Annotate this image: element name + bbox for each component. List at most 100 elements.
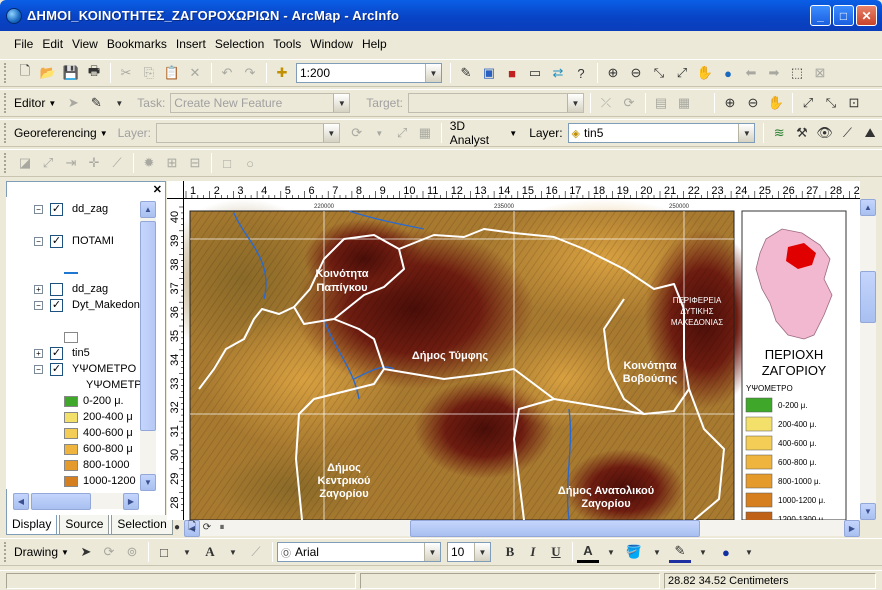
layer-visibility-checkbox[interactable]	[50, 282, 63, 296]
maximize-button[interactable]: □	[833, 5, 854, 26]
fill-color-bucket-icon[interactable]: 🪣	[623, 541, 645, 563]
georeferencing-menu-button[interactable]: Georeferencing ▼	[14, 126, 108, 140]
tab-source[interactable]: Source	[59, 515, 110, 535]
layout-page-icon[interactable]: ⊡	[843, 92, 865, 114]
save-icon[interactable]: 💾	[60, 62, 82, 84]
scroll-down-icon[interactable]: ▼	[140, 474, 156, 491]
clear-selection-icon[interactable]: ⊠	[809, 62, 831, 84]
drawing-menu-button[interactable]: Drawing ▼	[14, 545, 69, 559]
expand-toggle-icon[interactable]: −	[34, 236, 43, 246]
split-tool-icon[interactable]: ⤫	[595, 92, 617, 114]
font-color-dropdown-icon[interactable]: ▼	[600, 541, 622, 563]
close-button[interactable]: ✕	[856, 5, 877, 26]
map-scale-combo[interactable]: 1:200 ▼	[296, 63, 442, 83]
expand-toggle-icon[interactable]: +	[34, 348, 43, 358]
toolbar-grip[interactable]	[4, 123, 8, 143]
scroll-up-icon[interactable]: ▲	[860, 199, 876, 216]
menu-insert[interactable]: Insert	[176, 37, 206, 51]
task-combo[interactable]: Create New Feature ▼	[170, 93, 351, 113]
marker-color-icon[interactable]: ●	[715, 541, 737, 563]
whats-this-icon[interactable]: ?	[570, 62, 592, 84]
command-line-icon[interactable]: ▭	[524, 62, 546, 84]
delete-icon[interactable]: ✕	[184, 62, 206, 84]
arctoolbox-red-icon[interactable]: ■	[501, 62, 523, 84]
chevron-down-icon[interactable]: ▼	[738, 124, 755, 142]
expand-toggle-icon[interactable]: −	[34, 204, 43, 214]
show-shared-features-icon[interactable]: ⤢	[37, 152, 59, 174]
data-view-globe-icon[interactable]: ●	[170, 520, 184, 535]
pan-hand-icon[interactable]: ✋	[694, 62, 716, 84]
scroll-right-icon[interactable]: ▶	[123, 493, 139, 510]
circle-icon[interactable]: ○	[239, 152, 261, 174]
georef-layer-combo[interactable]: ▼	[155, 123, 340, 143]
rotate-georef-icon[interactable]: ⟳	[346, 122, 368, 144]
sketch-properties-icon[interactable]: ▦	[673, 92, 695, 114]
expand-toggle-icon[interactable]: −	[34, 364, 43, 374]
rectangle-draw-icon[interactable]: □	[153, 541, 175, 563]
redo-icon[interactable]: ↷	[239, 62, 261, 84]
validate-topology-icon[interactable]: ⊞	[161, 152, 183, 174]
sketch-dropdown-icon[interactable]: ▼	[108, 92, 130, 114]
add-data-icon[interactable]: ✚	[271, 62, 293, 84]
refresh-icon[interactable]: ⟳	[200, 520, 214, 535]
3d-layer-combo[interactable]: ◈ tin5 ▼	[567, 123, 756, 143]
align-edge-icon[interactable]: ⇥	[60, 152, 82, 174]
paste-icon[interactable]: 📋	[161, 62, 183, 84]
layer-visibility-checkbox[interactable]: ✓	[50, 362, 63, 376]
layout-view[interactable]: 220000 235000 250000 Κοινότητα Παπίγκου …	[184, 199, 860, 520]
map-vertical-scrollbar[interactable]: ▲ ▼	[860, 199, 876, 520]
3d-analyst-menu-button[interactable]: 3D Analyst ▼	[450, 119, 517, 147]
reshape-edge-icon[interactable]: ⟋	[106, 152, 128, 174]
expand-toggle-icon[interactable]: −	[34, 300, 43, 310]
toolbar-grip[interactable]	[4, 93, 8, 113]
edit-vertices-icon[interactable]: ⟋	[245, 541, 267, 563]
print-icon[interactable]: 🖶	[83, 62, 105, 84]
layer-visibility-checkbox[interactable]: ✓	[50, 346, 63, 360]
layout-view-page-icon[interactable]: 🗋	[185, 520, 199, 535]
toc-layer-row[interactable]: + dd_zag	[6, 281, 108, 297]
select-elements-arrow-icon[interactable]: ➤	[75, 541, 97, 563]
toc-layer-row[interactable]: + ✓ tin5	[6, 345, 90, 361]
scroll-thumb[interactable]	[140, 221, 156, 431]
pause-drawing-icon[interactable]: ⏸	[215, 520, 229, 535]
rectangle-dropdown-icon[interactable]: ▼	[176, 541, 198, 563]
zoom-whole-page-icon[interactable]: ⊚	[121, 541, 143, 563]
tab-display[interactable]: Display	[6, 515, 58, 535]
chevron-down-icon[interactable]: ▼	[473, 543, 490, 561]
modify-edge-icon[interactable]: ✛	[83, 152, 105, 174]
toc-layer-row[interactable]: − ✓ dd_zag	[6, 201, 108, 217]
profile-graph-icon[interactable]: ⛰	[859, 122, 881, 144]
zoom-out-icon[interactable]: ⊖	[625, 62, 647, 84]
rectangle-icon[interactable]: □	[216, 152, 238, 174]
scroll-thumb-h[interactable]	[31, 493, 91, 510]
scroll-right-icon[interactable]: ▶	[844, 520, 860, 537]
new-text-icon[interactable]: A	[199, 541, 221, 563]
scroll-up-icon[interactable]: ▲	[140, 201, 156, 218]
forward-arrow-icon[interactable]: ➡	[763, 62, 785, 84]
copy-icon[interactable]: ⎘	[138, 62, 160, 84]
layout-zoom-icon[interactable]: ⤡	[820, 92, 842, 114]
cut-icon[interactable]: ✂	[115, 62, 137, 84]
georef-dropdown-icon[interactable]: ▼	[369, 122, 391, 144]
chevron-down-icon[interactable]: ▼	[333, 94, 350, 112]
line-color-pen-icon[interactable]: ✎	[668, 541, 691, 563]
menu-window[interactable]: Window	[310, 37, 353, 51]
map-scroll-thumb[interactable]	[860, 271, 876, 323]
layout-fullextent-icon[interactable]: ⤢	[797, 92, 819, 114]
layer-visibility-checkbox[interactable]: ✓	[50, 298, 63, 312]
line-color-dropdown-icon[interactable]: ▼	[692, 541, 714, 563]
full-extent-globe-icon[interactable]: ●	[717, 62, 739, 84]
close-icon[interactable]: ✕	[153, 183, 162, 196]
target-combo[interactable]: ▼	[407, 93, 584, 113]
fixed-zoom-in-icon[interactable]: ⤡	[648, 62, 670, 84]
sketch-tool-icon[interactable]: ✎	[85, 92, 107, 114]
model-builder-icon[interactable]: ⇄	[547, 62, 569, 84]
menu-view[interactable]: View	[72, 37, 98, 51]
contour-tool-icon[interactable]: ≋	[768, 122, 790, 144]
text-dropdown-icon[interactable]: ▼	[222, 541, 244, 563]
fixed-zoom-out-icon[interactable]: ⤢	[671, 62, 693, 84]
toc-vertical-scrollbar[interactable]: ▲ ▼	[140, 201, 156, 491]
menu-help[interactable]: Help	[362, 37, 387, 51]
interpolate-line-icon[interactable]: ⟋	[837, 122, 859, 144]
editor-toolbar-icon[interactable]: ✎	[455, 62, 477, 84]
